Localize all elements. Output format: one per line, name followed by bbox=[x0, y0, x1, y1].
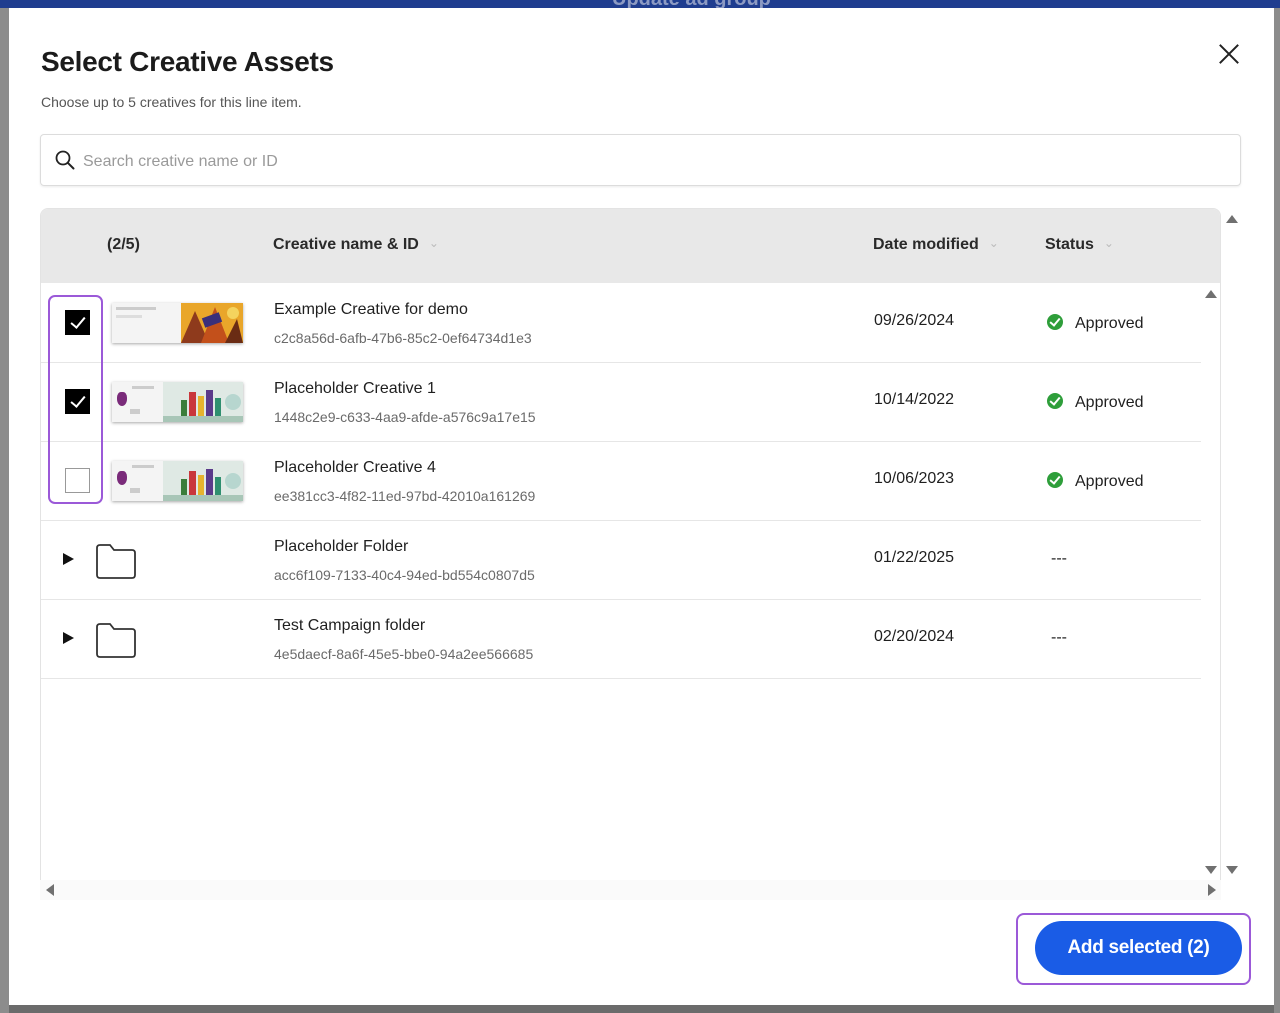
horizontal-scrollbar[interactable] bbox=[40, 880, 1221, 900]
column-header-date[interactable]: Date modified ⌄ bbox=[873, 236, 999, 254]
modal-subtitle: Choose up to 5 creatives for this line i… bbox=[41, 94, 302, 110]
chevron-down-icon: ⌄ bbox=[1103, 236, 1114, 250]
thumbnail-artwork bbox=[163, 382, 243, 422]
search-input[interactable] bbox=[81, 147, 1225, 177]
check-circle-icon bbox=[1047, 393, 1063, 409]
thumbnail-line bbox=[132, 465, 154, 468]
thumbnail-artwork bbox=[181, 303, 243, 343]
scroll-up-icon[interactable] bbox=[1226, 215, 1238, 223]
folder-id: 4e5daecf-8a6f-45e5-bbe0-94a2ee566685 bbox=[274, 646, 534, 662]
date-modified: 09/26/2024 bbox=[874, 312, 955, 329]
folder-name: Test Campaign folder bbox=[274, 617, 426, 634]
modal-title: Select Creative Assets bbox=[41, 46, 334, 77]
chevron-down-icon: ⌄ bbox=[428, 236, 439, 250]
background-left-strip bbox=[0, 8, 9, 1013]
creative-table: (2/5) Creative name & ID ⌄ Date modified ⌄… bbox=[40, 208, 1221, 898]
status-label: Approved bbox=[1075, 394, 1144, 411]
row-checkbox[interactable] bbox=[65, 468, 90, 493]
scroll-down-icon[interactable] bbox=[1226, 866, 1238, 874]
selection-count: (2/5) bbox=[107, 236, 140, 253]
folder-icon bbox=[96, 544, 136, 579]
column-header-name-label: Creative name & ID bbox=[273, 236, 419, 253]
date-modified: 10/14/2022 bbox=[874, 391, 955, 408]
add-selected-button[interactable]: Add selected (2) bbox=[1035, 921, 1242, 975]
column-header-name[interactable]: Creative name & ID ⌄ bbox=[273, 236, 439, 254]
expand-arrow-icon[interactable] bbox=[63, 632, 74, 644]
scroll-left-icon[interactable] bbox=[46, 884, 54, 896]
row-checkbox[interactable] bbox=[65, 389, 90, 414]
thumbnail-line bbox=[116, 307, 156, 310]
creative-thumbnail bbox=[112, 461, 243, 501]
table-header: (2/5) Creative name & ID ⌄ Date modified ⌄… bbox=[41, 209, 1220, 283]
check-circle-icon bbox=[1047, 314, 1063, 330]
date-modified: 01/22/2025 bbox=[874, 549, 955, 566]
scroll-up-icon[interactable] bbox=[1205, 290, 1217, 298]
thumbnail-line bbox=[116, 315, 142, 318]
creative-id: 1448c2e9-c633-4aa9-afde-a576c9a17e15 bbox=[274, 409, 536, 425]
status-empty: --- bbox=[1051, 629, 1067, 646]
search-box bbox=[40, 134, 1241, 186]
column-header-date-label: Date modified bbox=[873, 236, 979, 253]
thumbnail-line bbox=[130, 409, 140, 414]
creative-thumbnail bbox=[112, 303, 243, 343]
scroll-right-icon[interactable] bbox=[1208, 884, 1216, 896]
status-badge: Approved bbox=[1047, 314, 1144, 333]
table-row[interactable]: Placeholder Creative 4 ee381cc3-4f82-11e… bbox=[41, 441, 1201, 521]
status-empty: --- bbox=[1051, 550, 1067, 567]
column-header-status-label: Status bbox=[1045, 236, 1094, 253]
search-icon bbox=[55, 150, 75, 170]
thumbnail-logo bbox=[117, 392, 127, 406]
column-header-status[interactable]: Status ⌄ bbox=[1045, 236, 1114, 254]
creative-id: ee381cc3-4f82-11ed-97bd-42010a161269 bbox=[274, 488, 536, 504]
status-label: Approved bbox=[1075, 315, 1144, 332]
status-badge: Approved bbox=[1047, 472, 1144, 491]
row-checkbox[interactable] bbox=[65, 310, 90, 335]
status-label: Approved bbox=[1075, 473, 1144, 490]
date-modified: 10/06/2023 bbox=[874, 470, 955, 487]
table-row-folder[interactable]: Test Campaign folder 4e5daecf-8a6f-45e5-… bbox=[41, 599, 1201, 679]
chevron-down-icon: ⌄ bbox=[988, 236, 999, 250]
thumbnail-artwork bbox=[163, 461, 243, 501]
scroll-down-icon[interactable] bbox=[1205, 866, 1217, 874]
thumbnail-line bbox=[132, 386, 154, 389]
select-creative-assets-modal: Select Creative Assets Choose up to 5 cr… bbox=[9, 8, 1274, 1005]
expand-arrow-icon[interactable] bbox=[63, 553, 74, 565]
folder-icon bbox=[96, 623, 136, 658]
creative-thumbnail bbox=[112, 382, 243, 422]
folder-id: acc6f109-7133-40c4-94ed-bd554c0807d5 bbox=[274, 567, 535, 583]
close-icon[interactable] bbox=[1215, 40, 1243, 68]
thumbnail-logo bbox=[117, 471, 127, 485]
status-badge: Approved bbox=[1047, 393, 1144, 412]
creative-name: Example Creative for demo bbox=[274, 301, 468, 318]
creative-id: c2c8a56d-6afb-47b6-85c2-0ef64734d1e3 bbox=[274, 330, 532, 346]
table-row[interactable]: Placeholder Creative 1 1448c2e9-c633-4aa… bbox=[41, 362, 1201, 442]
folder-name: Placeholder Folder bbox=[274, 538, 409, 555]
table-row-folder[interactable]: Placeholder Folder acc6f109-7133-40c4-94… bbox=[41, 520, 1201, 600]
thumbnail-line bbox=[130, 488, 140, 493]
date-modified: 02/20/2024 bbox=[874, 628, 955, 645]
background-right-strip bbox=[1274, 8, 1280, 1013]
creative-name: Placeholder Creative 1 bbox=[274, 380, 436, 397]
check-circle-icon bbox=[1047, 472, 1063, 488]
table-row[interactable]: Example Creative for demo c2c8a56d-6afb-… bbox=[41, 283, 1201, 363]
creative-name: Placeholder Creative 4 bbox=[274, 459, 436, 476]
